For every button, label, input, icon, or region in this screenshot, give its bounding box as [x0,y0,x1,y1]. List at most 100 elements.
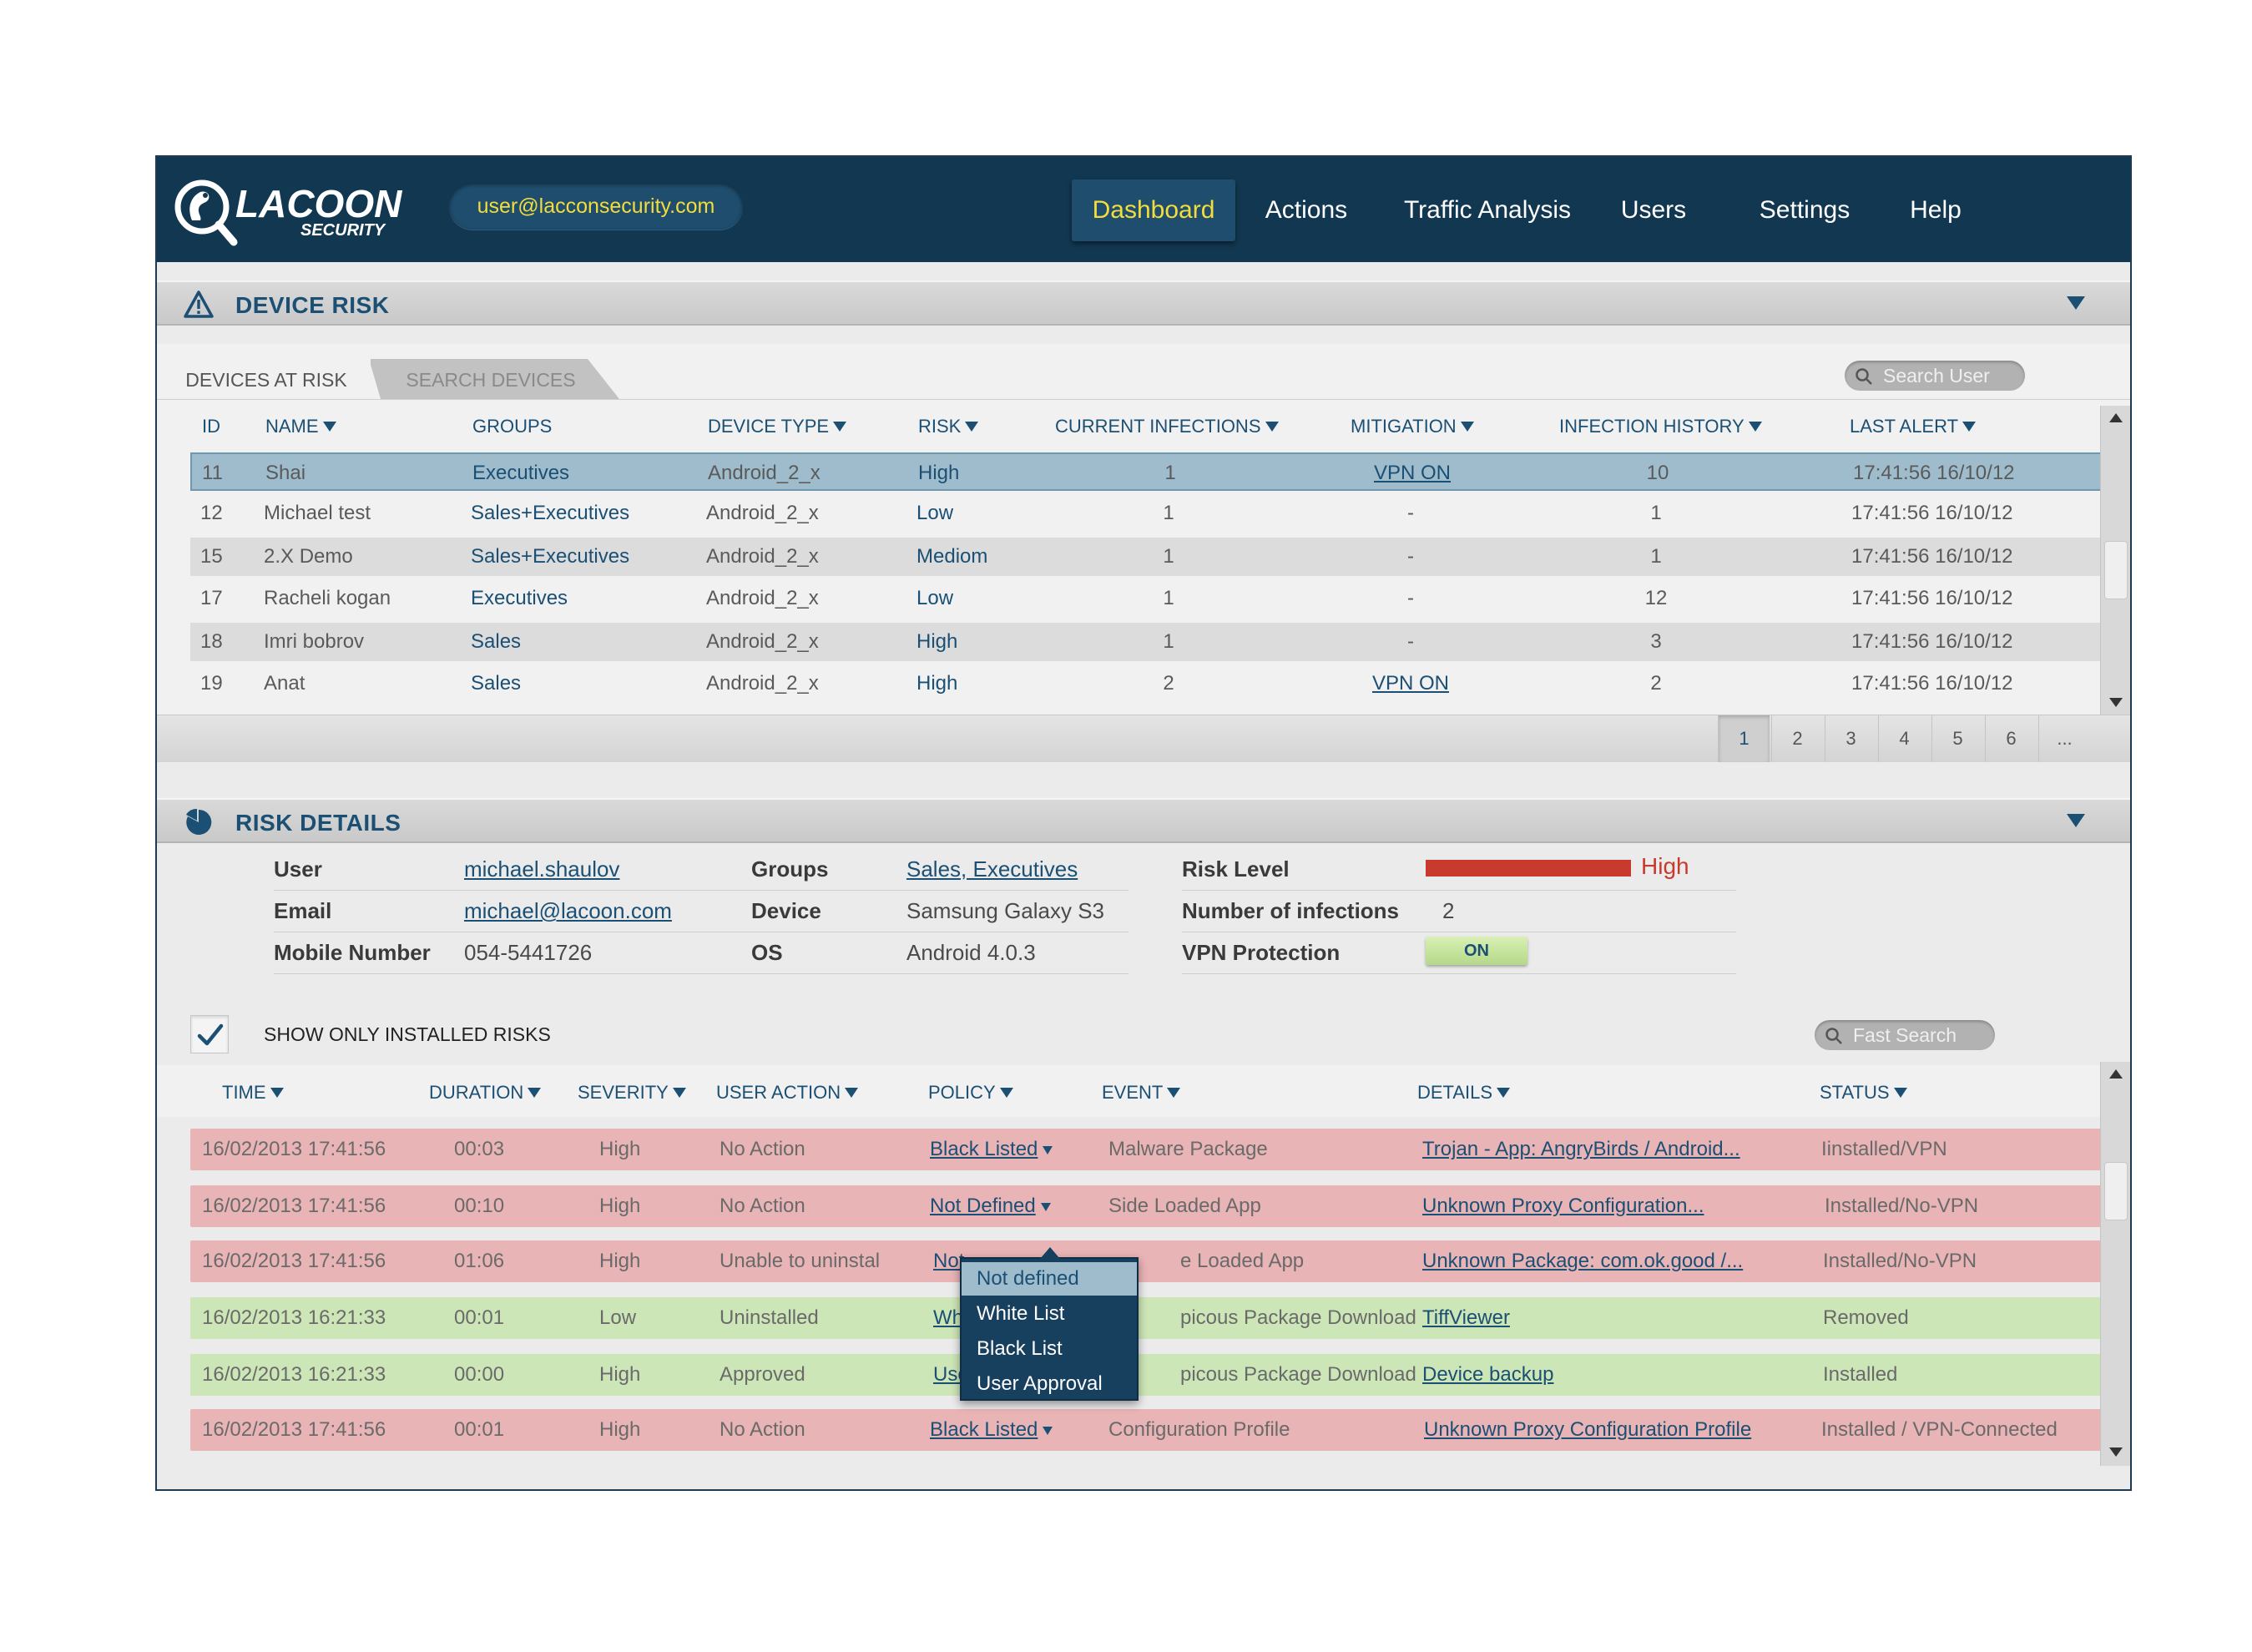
page-3[interactable]: 3 [1825,715,1876,762]
user-link[interactable]: michael.shaulov [464,856,619,882]
scroll-thumb[interactable] [2104,541,2128,599]
event-details-link[interactable]: Device backup [1422,1354,1553,1396]
device-table-scrollbar[interactable] [2100,406,2130,715]
col-details[interactable]: DETAILS [1417,1082,1511,1104]
nav-dashboard[interactable]: Dashboard [1072,179,1235,241]
col-last-alert[interactable]: LAST ALERT [1850,416,1977,437]
event-row[interactable]: 16/02/2013 17:41:56 00:01 High No Action… [190,1409,2102,1451]
event-user-action: No Action [720,1195,805,1217]
event-severity: High [599,1418,641,1441]
event-details-link[interactable]: TiffViewer [1422,1297,1510,1339]
col-id[interactable]: ID [202,416,220,437]
row-device-type: Android_2_x [708,462,821,484]
row-mitigation-link[interactable]: VPN ON [1372,664,1449,703]
page-2[interactable]: 2 [1771,715,1823,762]
policy-option-black-list[interactable]: Black List [962,1332,1137,1366]
collapse-icon[interactable] [2065,294,2087,312]
event-time: 16/02/2013 17:41:56 [202,1138,386,1160]
events-table-scrollbar[interactable] [2100,1062,2130,1466]
event-row[interactable]: 16/02/2013 17:41:56 00:03 High No Action… [190,1129,2102,1170]
sort-icon [833,422,847,432]
collapse-icon[interactable] [2065,811,2087,830]
lacoon-logo[interactable]: LACOON SECURITY [169,172,411,249]
device-row[interactable]: 11 Shai Executives Android_2_x High 1 VP… [190,452,2102,491]
dropdown-arrow-icon [1043,1146,1053,1154]
event-row[interactable]: 16/02/2013 17:41:56 00:10 High No Action… [190,1185,2102,1227]
event-type: picous Package Download [1180,1363,1416,1386]
col-status[interactable]: STATUS [1820,1082,1907,1104]
show-installed-checkbox[interactable] [190,1015,229,1053]
row-id: 15 [200,545,223,568]
col-event[interactable]: EVENT [1102,1082,1181,1104]
col-mitigation[interactable]: MITIGATION [1351,416,1474,437]
scroll-up-icon[interactable] [2106,1065,2126,1084]
col-risk[interactable]: RISK [918,416,979,437]
page-1[interactable]: 1 [1718,715,1770,762]
event-details-link[interactable]: Unknown Proxy Configuration Profile [1424,1409,1751,1451]
col-policy[interactable]: POLICY [928,1082,1013,1104]
sort-icon [270,1088,284,1098]
event-time: 16/02/2013 16:21:33 [202,1306,386,1329]
device-row[interactable]: 12 Michael test Sales+Executives Android… [190,494,2102,533]
search-placeholder: Search User [1883,365,1990,386]
policy-option-white-list[interactable]: White List [962,1297,1137,1331]
col-duration[interactable]: DURATION [429,1082,542,1104]
policy-option-not-defined[interactable]: Not defined [962,1262,1137,1296]
brand-sub: SECURITY [300,221,386,240]
event-type: Configuration Profile [1108,1418,1290,1441]
event-type: Side Loaded App [1108,1195,1261,1217]
col-device-type[interactable]: DEVICE TYPE [708,416,847,437]
col-user-action[interactable]: USER ACTION [716,1082,859,1104]
row-history: 10 [1646,462,1669,484]
page-more[interactable]: ... [2038,715,2090,762]
row-mitigation-link[interactable]: VPN ON [1374,454,1451,493]
event-row[interactable]: 16/02/2013 16:21:33 00:01 Low Uninstalle… [190,1297,2102,1339]
device-risk-header[interactable]: DEVICE RISK [157,280,2130,326]
device-label: Device [751,898,821,923]
event-row[interactable]: 16/02/2013 17:41:56 01:06 High Unable to… [190,1240,2102,1282]
search-icon [1825,1028,1842,1044]
col-name[interactable]: NAME [265,416,336,437]
nav-help[interactable]: Help [1826,179,2045,241]
scroll-down-icon[interactable] [2106,693,2126,711]
nav-traffic-analysis[interactable]: Traffic Analysis [1379,179,1596,241]
device-row[interactable]: 15 2.X Demo Sales+Executives Android_2_x… [190,538,2102,576]
event-severity: High [599,1195,641,1217]
search-user-input[interactable]: Search User [1845,361,2025,391]
tab-search-devices[interactable]: SEARCH DEVICES [374,359,608,399]
event-details-link[interactable]: Unknown Package: com.ok.good /... [1422,1240,1743,1282]
nav-actions[interactable]: Actions [1250,179,1362,241]
fast-search-input[interactable]: Fast Search [1815,1020,1995,1050]
policy-option-user-approval[interactable]: User Approval [962,1367,1137,1401]
col-severity[interactable]: SEVERITY [578,1082,686,1104]
policy-dropdown[interactable]: Black Listed [930,1409,1053,1451]
tab-divider [157,399,2130,400]
event-details-link[interactable]: Unknown Proxy Configuration... [1422,1185,1704,1227]
sort-icon [1962,422,1977,432]
event-details-link[interactable]: Trojan - App: AngryBirds / Android... [1422,1129,1740,1170]
scroll-thumb[interactable] [2104,1162,2128,1220]
email-link[interactable]: michael@lacoon.com [464,898,672,924]
device-row[interactable]: 18 Imri bobrov Sales Android_2_x High 1 … [190,623,2102,661]
col-current-infections[interactable]: CURRENT INFECTIONS [1055,416,1279,437]
page-6[interactable]: 6 [1985,715,2037,762]
event-row[interactable]: 16/02/2013 16:21:33 00:00 High Approved … [190,1354,2102,1396]
risk-details-header[interactable]: RISK DETAILS [157,798,2130,843]
user-email-pill[interactable]: user@lacconsecurity.com [449,183,743,230]
vpn-toggle[interactable]: ON [1426,937,1527,965]
scroll-up-icon[interactable] [2106,409,2126,427]
mobile-label: Mobile Number [274,940,431,965]
page-5[interactable]: 5 [1931,715,1983,762]
show-installed-label[interactable]: SHOW ONLY INSTALLED RISKS [264,1023,551,1046]
policy-dropdown[interactable]: Not Defined [930,1185,1051,1227]
col-groups[interactable]: GROUPS [472,416,552,437]
policy-dropdown[interactable]: Black Listed [930,1129,1053,1170]
tab-devices-at-risk[interactable]: DEVICES AT RISK [162,359,371,399]
device-row[interactable]: 17 Racheli kogan Executives Android_2_x … [190,579,2102,618]
col-infection-history[interactable]: INFECTION HISTORY [1559,416,1762,437]
device-row[interactable]: 19 Anat Sales Android_2_x High 2 VPN ON … [190,664,2102,703]
col-time[interactable]: TIME [222,1082,284,1104]
scroll-down-icon[interactable] [2106,1442,2126,1461]
groups-link[interactable]: Sales, Executives [906,856,1078,882]
page-4[interactable]: 4 [1878,715,1930,762]
